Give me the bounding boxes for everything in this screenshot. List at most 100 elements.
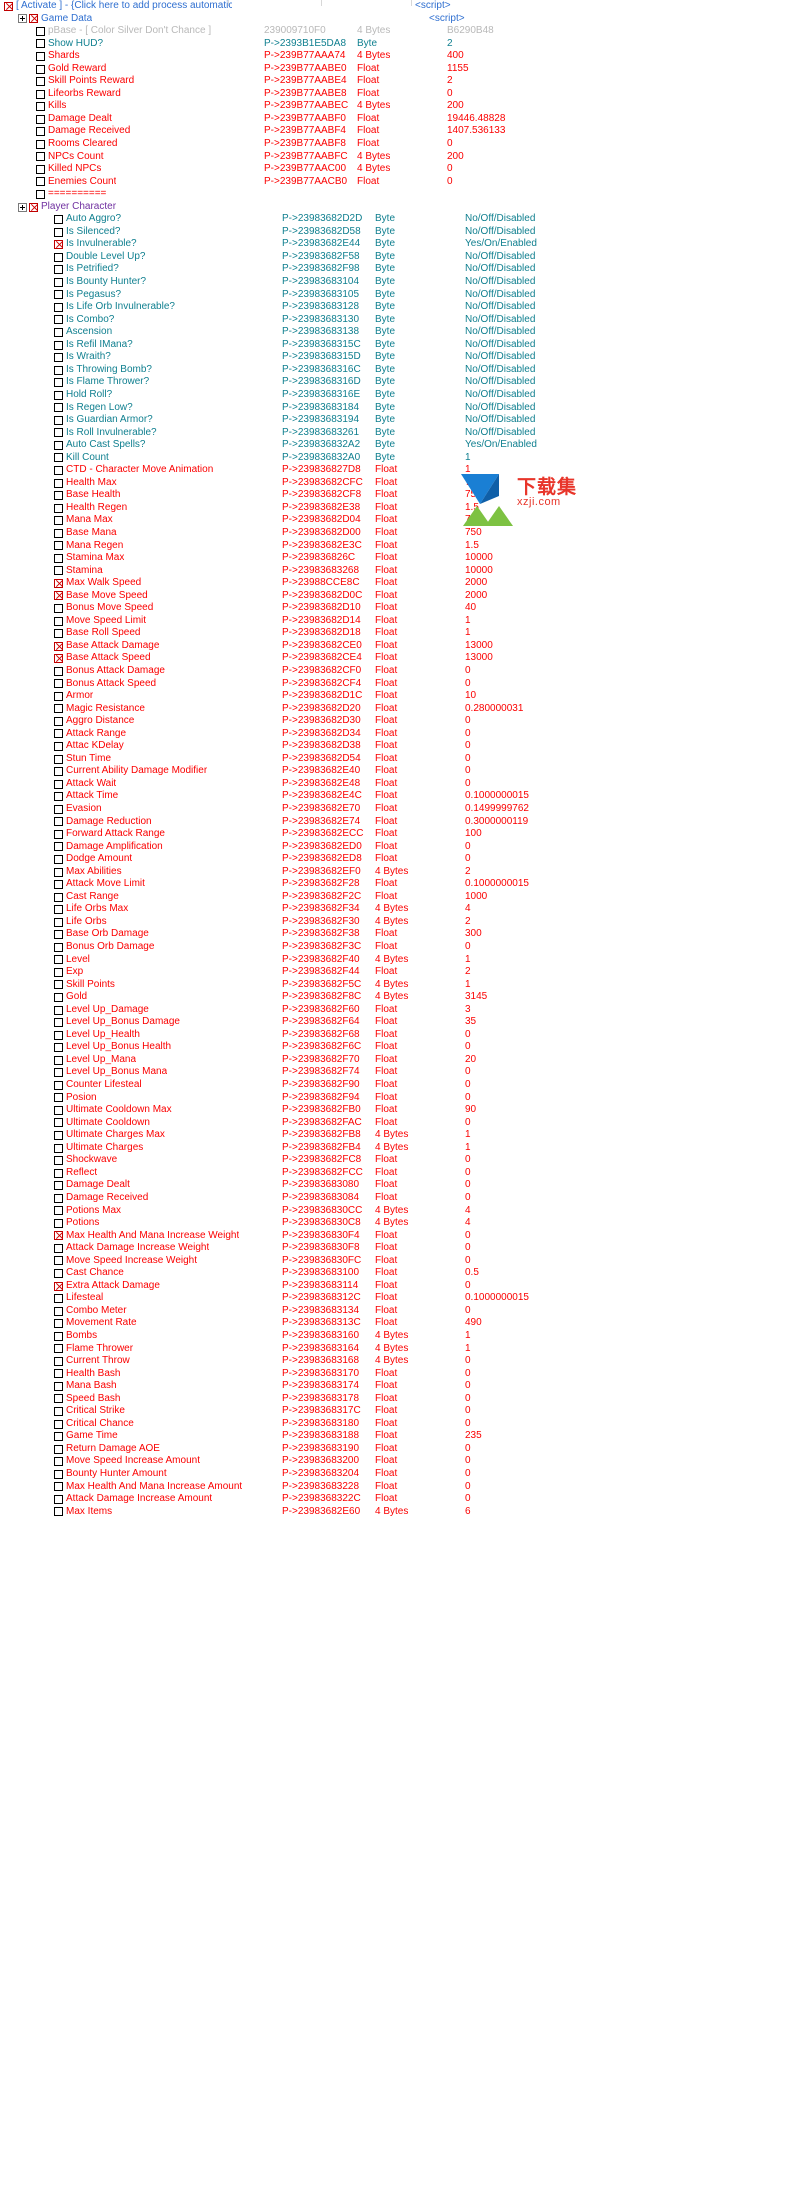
row-value-cell[interactable]: 10 (465, 690, 788, 703)
row-value-cell[interactable]: 1.5 (465, 502, 788, 515)
table-row[interactable]: Skill Points Reward P->239B77AABE4 Float 2 (0, 75, 788, 88)
table-row[interactable]: Show HUD? P->2393B1E5DA8 Byte 2 (0, 38, 788, 51)
row-value-cell[interactable]: 1000 (465, 891, 788, 904)
row-enable-checkbox[interactable] (36, 114, 45, 124)
row-enable-checkbox[interactable] (54, 804, 63, 814)
row-value-cell[interactable]: 0 (465, 1041, 788, 1054)
table-row[interactable]: Is Invulnerable? P->23983682E44 Byte Yes/On… (0, 238, 788, 251)
row-enable-checkbox[interactable] (36, 64, 45, 74)
row-enable-checkbox[interactable] (54, 353, 63, 363)
row-value-cell[interactable]: 0 (465, 1405, 788, 1418)
row-value-cell[interactable]: 2 (465, 966, 788, 979)
row-value-cell[interactable]: 0 (465, 1192, 788, 1205)
row-enable-checkbox[interactable] (54, 604, 63, 614)
row-value-cell[interactable]: 0 (465, 715, 788, 728)
row-value-cell[interactable]: 0 (465, 728, 788, 741)
table-row[interactable]: Attac KDelay P->23983682D38 Float 0 (0, 740, 788, 753)
row-value-cell[interactable]: No/Off/Disabled (465, 276, 788, 289)
table-row[interactable]: Cast Range P->23983682F2C Float 1000 (0, 891, 788, 904)
cheat-table-address-list[interactable]: [ Activate ] - {Click here to add proces… (0, 0, 788, 1518)
table-row[interactable]: Double Level Up? P->23983682F58 Byte No/Off… (0, 251, 788, 264)
row-value-cell[interactable]: 0 (465, 1418, 788, 1431)
row-enable-checkbox[interactable] (54, 252, 63, 262)
row-enable-checkbox[interactable] (36, 39, 45, 49)
row-enable-checkbox[interactable] (54, 327, 63, 337)
table-row[interactable]: Auto Cast Spells? P->239836832A2 Byte Yes/O… (0, 439, 788, 452)
row-enable-checkbox[interactable] (54, 277, 63, 287)
row-enable-checkbox[interactable] (54, 842, 63, 852)
row-value-cell[interactable]: 0 (465, 1368, 788, 1381)
table-row[interactable]: Attack Damage Increase Weight P->23983683… (0, 1242, 788, 1255)
row-value-cell[interactable]: 0.1000000015 (465, 790, 788, 803)
table-row[interactable]: Counter Lifesteal P->23983682F90 Float 0 (0, 1079, 788, 1092)
table-row[interactable]: Bonus Orb Damage P->23983682F3C Float 0 (0, 941, 788, 954)
table-row[interactable]: Aggro Distance P->23983682D30 Float 0 (0, 715, 788, 728)
row-value-cell[interactable]: 0.1000000015 (465, 878, 788, 891)
row-value-cell[interactable]: 1 (465, 1129, 788, 1142)
table-row[interactable]: Level Up_Mana P->23983682F70 Float 20 (0, 1054, 788, 1067)
row-value-cell[interactable]: 0 (465, 1029, 788, 1042)
table-row[interactable]: Level Up_Bonus Damage P->23983682F64 Float… (0, 1016, 788, 1029)
row-value-cell[interactable]: No/Off/Disabled (465, 213, 788, 226)
row-value-cell[interactable]: Yes/On/Enabled (465, 439, 788, 452)
table-row[interactable]: Exp P->23983682F44 Float 2 (0, 966, 788, 979)
row-enable-checkbox[interactable] (36, 51, 45, 61)
row-enable-checkbox[interactable] (54, 704, 63, 714)
row-enable-checkbox[interactable] (54, 1143, 63, 1153)
row-enable-checkbox[interactable] (54, 528, 63, 538)
row-enable-checkbox[interactable] (54, 992, 63, 1002)
table-row[interactable]: Forward Attack Range P->23983682ECC Float 1… (0, 828, 788, 841)
row-enable-checkbox[interactable] (54, 1407, 63, 1417)
row-enable-checkbox[interactable] (54, 1419, 63, 1429)
row-value-cell[interactable]: 0 (465, 765, 788, 778)
table-row[interactable]: Reflect P->23983682FCC Float 0 (0, 1167, 788, 1180)
row-value-cell[interactable]: 100 (465, 828, 788, 841)
row-value-cell[interactable]: 13000 (465, 652, 788, 665)
row-value-cell[interactable]: 0 (465, 1167, 788, 1180)
row-value-cell[interactable]: No/Off/Disabled (465, 263, 788, 276)
row-enable-checkbox[interactable] (54, 1105, 63, 1115)
table-row[interactable]: Attack Range P->23983682D34 Float 0 (0, 728, 788, 741)
row-enable-checkbox[interactable] (54, 1319, 63, 1329)
row-value-cell[interactable]: 0.1000000015 (465, 1292, 788, 1305)
table-row[interactable]: Hold Roll? P->2398368316E Byte No/Off/Disab… (0, 389, 788, 402)
table-row[interactable]: Skill Points P->23983682F5C 4 Bytes 1 (0, 979, 788, 992)
row-value-cell[interactable]: 0 (465, 941, 788, 954)
row-value-cell[interactable]: 1 (465, 979, 788, 992)
table-row[interactable]: Base Mana P->23983682D00 Float 750 (0, 527, 788, 540)
table-row[interactable]: Life Orbs P->23983682F30 4 Bytes 2 (0, 916, 788, 929)
row-enable-checkbox[interactable] (54, 742, 63, 752)
row-enable-checkbox[interactable] (54, 754, 63, 764)
table-row[interactable]: Damage Amplification P->23983682ED0 Float 0 (0, 841, 788, 854)
table-row[interactable]: [ Activate ] - {Click here to add proces… (0, 0, 788, 13)
row-value-cell[interactable]: 200 (447, 100, 788, 113)
row-value-cell[interactable]: 0 (465, 1117, 788, 1130)
table-row[interactable]: Potions P->239836830C8 4 Bytes 4 (0, 1217, 788, 1230)
table-row[interactable]: Move Speed Increase Weight P->239836830FC… (0, 1255, 788, 1268)
row-value-cell[interactable]: 0.280000031 (465, 703, 788, 716)
row-value-cell[interactable]: 19446.48828 (447, 113, 788, 126)
row-value-cell[interactable]: Yes/On/Enabled (465, 238, 788, 251)
table-row[interactable]: Stamina Max P->239836826C Float 10000 (0, 552, 788, 565)
table-row[interactable]: Is Bounty Hunter? P->23983683104 Byte No/Of… (0, 276, 788, 289)
row-value-cell[interactable]: No/Off/Disabled (465, 427, 788, 440)
row-value-cell[interactable]: 13000 (465, 640, 788, 653)
table-row[interactable]: Level Up_Health P->23983682F68 Float 0 (0, 1029, 788, 1042)
table-row[interactable]: Health Regen P->23983682E38 Float 1.5 (0, 502, 788, 515)
row-value-cell[interactable]: 750 (465, 477, 788, 490)
row-enable-checkbox[interactable] (54, 478, 63, 488)
row-value-cell[interactable]: 0 (447, 176, 788, 189)
row-enable-checkbox[interactable] (54, 616, 63, 626)
row-enable-checkbox[interactable] (54, 967, 63, 977)
row-enable-checkbox[interactable] (54, 654, 63, 664)
table-row[interactable]: Level P->23983682F40 4 Bytes 1 (0, 954, 788, 967)
row-value-cell[interactable]: 20 (465, 1054, 788, 1067)
table-row[interactable]: Base Roll Speed P->23983682D18 Float 1 (0, 627, 788, 640)
row-enable-checkbox[interactable] (54, 1243, 63, 1253)
row-value-cell[interactable]: 1 (465, 615, 788, 628)
row-enable-checkbox[interactable] (54, 880, 63, 890)
row-enable-checkbox[interactable] (54, 240, 63, 250)
row-enable-checkbox[interactable] (54, 227, 63, 237)
row-enable-checkbox[interactable] (54, 1030, 63, 1040)
row-value-cell[interactable]: 0 (465, 1066, 788, 1079)
